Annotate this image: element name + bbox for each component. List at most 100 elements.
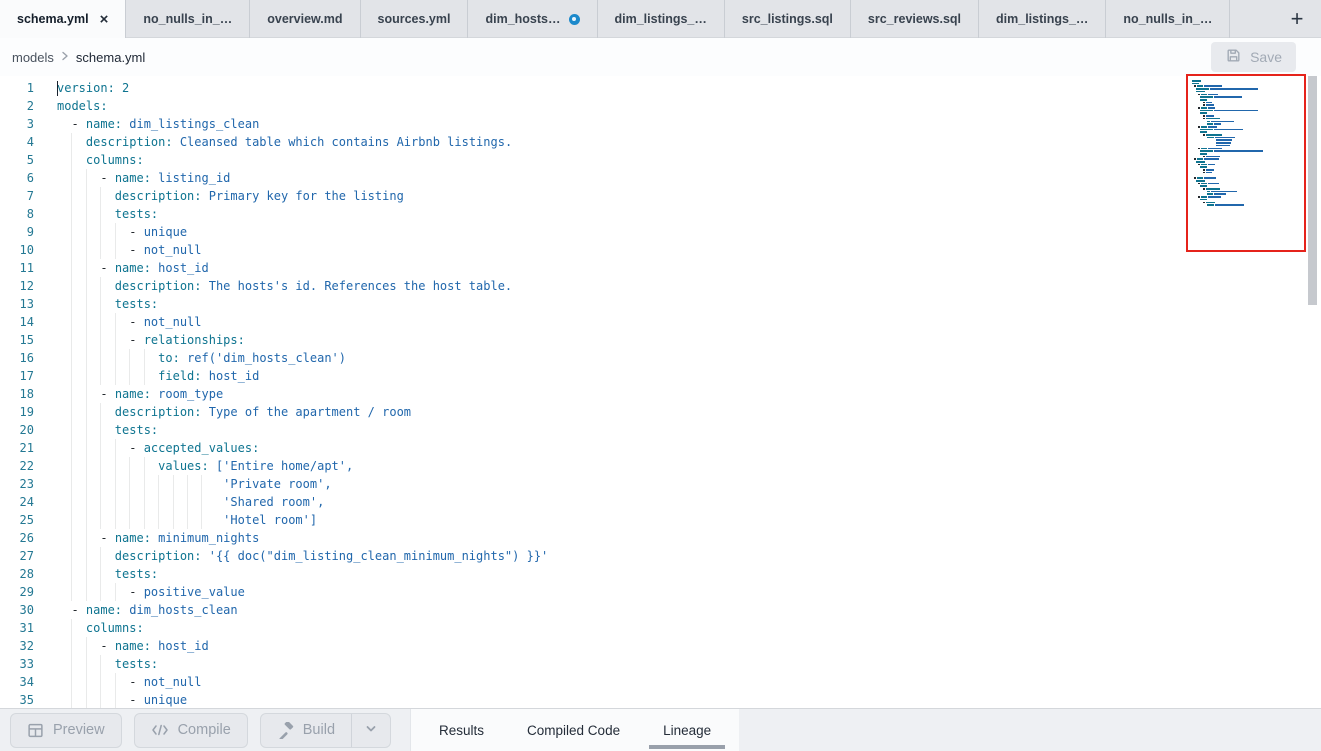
code-line[interactable]: 7 description: Primary key for the listi… [0, 187, 1321, 205]
breadcrumb-folder[interactable]: models [12, 50, 54, 65]
minimap-token [1200, 199, 1206, 201]
code-line[interactable]: 26 - name: minimum_nights [0, 529, 1321, 547]
code-token [57, 495, 223, 509]
indent-guide [71, 583, 72, 601]
indent-guide [129, 475, 130, 493]
minimap-token [1197, 85, 1202, 87]
indent-guide [86, 637, 87, 655]
code-line[interactable]: 29 - positive_value [0, 583, 1321, 601]
button-label: Build [303, 722, 335, 738]
code-line[interactable]: 11 - name: host_id [0, 259, 1321, 277]
code-line[interactable]: 21 - accepted_values: [0, 439, 1321, 457]
code-line[interactable]: 35 - unique [0, 691, 1321, 708]
minimap-line [1200, 153, 1207, 155]
code-line[interactable]: 18 - name: room_type [0, 385, 1321, 403]
line-number: 12 [0, 277, 34, 295]
line-number: 23 [0, 475, 34, 493]
tab-schema-yml[interactable]: schema.yml× [0, 0, 126, 38]
code-text: version: 2 [57, 81, 129, 95]
indent-guide [201, 475, 202, 493]
code-line[interactable]: 20 tests: [0, 421, 1321, 439]
save-button[interactable]: Save [1211, 42, 1296, 72]
minimap-line [1203, 134, 1224, 136]
code-editor[interactable]: 1version: 22models:3 - name: dim_listing… [0, 76, 1321, 708]
code-line[interactable]: 28 tests: [0, 565, 1321, 583]
code-line[interactable]: 22 values: ['Entire home/apt', [0, 457, 1321, 475]
tab-src-reviews-sql[interactable]: src_reviews.sql [851, 0, 979, 38]
panel-tab-lineage[interactable]: Lineage [663, 709, 711, 751]
minimap-token [1207, 121, 1210, 123]
code-text: - not_null [57, 243, 202, 257]
editor-scrollbar[interactable] [1308, 76, 1317, 305]
minimap[interactable] [1186, 74, 1306, 252]
code-token: not_null [144, 243, 202, 257]
code-line[interactable]: 4 description: Cleansed table which cont… [0, 133, 1321, 151]
minimap-token [1198, 183, 1200, 185]
indent-guide [158, 493, 159, 511]
floppy-disk-icon [1225, 47, 1242, 67]
code-line[interactable]: 32 - name: host_id [0, 637, 1321, 655]
code-line[interactable]: 15 - relationships: [0, 331, 1321, 349]
code-token: tests: [115, 297, 158, 311]
compile-button[interactable]: Compile [134, 713, 248, 748]
code-line[interactable]: 23 'Private room', [0, 475, 1321, 493]
code-line[interactable]: 34 - not_null [0, 673, 1321, 691]
build-dropdown-button[interactable] [351, 714, 390, 747]
code-line[interactable]: 13 tests: [0, 295, 1321, 313]
tab-src-listings-sql[interactable]: src_listings.sql [725, 0, 851, 38]
code-line[interactable]: 5 columns: [0, 151, 1321, 169]
indent-guide [71, 331, 72, 349]
minimap-line [1207, 191, 1238, 193]
tab-no-nulls-in[interactable]: no_nulls_in_… [126, 0, 250, 38]
indent-guide [158, 511, 159, 529]
build-button[interactable]: Build [261, 714, 351, 747]
line-number: 21 [0, 439, 34, 457]
code-token: name: [115, 531, 151, 545]
result-panel-tabs: Results Compiled Code Lineage [410, 709, 739, 751]
minimap-token [1200, 150, 1213, 152]
tab-dim-listings[interactable]: dim_listings_… [979, 0, 1106, 38]
indent-guide [71, 421, 72, 439]
close-tab-icon[interactable]: × [100, 12, 109, 27]
code-line[interactable]: 10 - not_null [0, 241, 1321, 259]
code-line[interactable]: 27 description: '{{ doc("dim_listing_cle… [0, 547, 1321, 565]
new-tab-button[interactable]: + [1273, 0, 1321, 38]
minimap-token [1208, 196, 1222, 198]
tab-dim-listings[interactable]: dim_listings_… [598, 0, 725, 38]
panel-tab-results[interactable]: Results [439, 709, 484, 751]
tab-sources-yml[interactable]: sources.yml [361, 0, 469, 38]
minimap-token [1200, 99, 1206, 101]
code-line[interactable]: 30 - name: dim_hosts_clean [0, 601, 1321, 619]
minimap-token [1206, 104, 1214, 106]
tab-no-nulls-in[interactable]: no_nulls_in_… [1106, 0, 1230, 38]
code-line[interactable]: 33 tests: [0, 655, 1321, 673]
code-line[interactable]: 19 description: Type of the apartment / … [0, 403, 1321, 421]
panel-tab-compiled-code[interactable]: Compiled Code [527, 709, 620, 751]
minimap-token [1204, 85, 1223, 87]
code-line[interactable]: 12 description: The hosts's id. Referenc… [0, 277, 1321, 295]
code-line[interactable]: 25 'Hotel room'] [0, 511, 1321, 529]
code-line[interactable]: 9 - unique [0, 223, 1321, 241]
code-line[interactable]: 31 columns: [0, 619, 1321, 637]
code-line[interactable]: 8 tests: [0, 205, 1321, 223]
line-number: 29 [0, 583, 34, 601]
code-line[interactable]: 3 - name: dim_listings_clean [0, 115, 1321, 133]
minimap-token [1208, 94, 1219, 96]
code-token: host_id [151, 639, 209, 653]
preview-button[interactable]: Preview [10, 713, 122, 748]
minimap-token [1203, 169, 1205, 171]
code-line[interactable]: 2models: [0, 97, 1321, 115]
code-token: tests: [115, 423, 158, 437]
code-line[interactable]: 24 'Shared room', [0, 493, 1321, 511]
tab-overview-md[interactable]: overview.md [250, 0, 360, 38]
minimap-line [1203, 102, 1213, 104]
tab-dim-hosts[interactable]: dim_hosts… [468, 0, 597, 38]
panel-tab-label: Results [439, 723, 484, 738]
code-line[interactable]: 6 - name: listing_id [0, 169, 1321, 187]
minimap-line [1207, 123, 1223, 125]
code-line[interactable]: 14 - not_null [0, 313, 1321, 331]
code-line[interactable]: 1version: 2 [0, 79, 1321, 97]
code-line[interactable]: 16 to: ref('dim_hosts_clean') [0, 349, 1321, 367]
indent-guide [86, 421, 87, 439]
code-line[interactable]: 17 field: host_id [0, 367, 1321, 385]
